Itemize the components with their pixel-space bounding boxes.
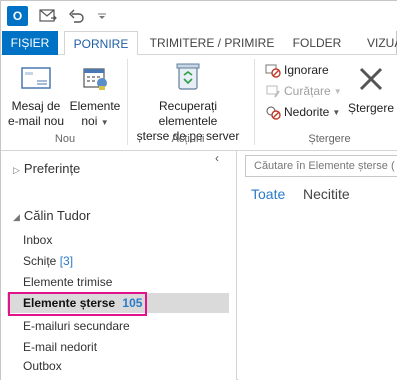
folder-label: Elemente trimise xyxy=(23,275,113,289)
folder-outbox[interactable]: Outbox xyxy=(23,357,62,375)
outlook-window: O FIȘIER PORNIRE TRIMITERE / PRIMIRE FOL… xyxy=(0,0,397,380)
recycle-bin-icon xyxy=(129,61,247,95)
favorites-header[interactable]: ▷ Preferințe xyxy=(13,161,80,176)
new-email-label-2: e-mail nou xyxy=(7,114,65,128)
undo-icon[interactable] xyxy=(67,6,85,26)
ignore-button[interactable]: Ignorare xyxy=(265,61,329,79)
folder-label: E-mailuri secundare xyxy=(23,319,130,333)
group-label-new: Nou xyxy=(54,133,76,145)
send-receive-icon[interactable] xyxy=(39,6,57,26)
folder-count: 105 xyxy=(122,296,143,310)
customize-icon[interactable] xyxy=(96,6,108,26)
collapse-pane-icon[interactable]: ‹ xyxy=(215,151,219,165)
folder-junk[interactable]: E-mail nedorit xyxy=(23,338,97,356)
ignore-label: Ignorare xyxy=(284,63,329,77)
outlook-icon[interactable]: O xyxy=(7,6,28,26)
cleanup-label: Curățare xyxy=(284,84,331,98)
new-email-label-1: Mesaj de xyxy=(11,99,61,113)
delete-label: Ștergere xyxy=(347,101,395,115)
dropdown-caret-icon: ▼ xyxy=(100,118,109,127)
folder-label: Schițe xyxy=(23,254,57,268)
new-items-label-1: Elemente xyxy=(69,99,121,113)
ribbon: Mesaj de e-mail nou Elemente noi ▼ Nou R… xyxy=(1,55,397,151)
account-header[interactable]: ◢ Călin Tudor xyxy=(13,208,90,223)
dropdown-caret-icon: ▼ xyxy=(333,86,342,96)
folder-sent-items[interactable]: Elemente trimise xyxy=(23,273,112,291)
new-items-icon xyxy=(67,65,123,95)
tab-home[interactable]: PORNIRE xyxy=(64,31,138,56)
folder-label: Outbox xyxy=(23,359,62,373)
outlook-logo-letter: O xyxy=(12,9,23,23)
expand-triangle-icon: ▷ xyxy=(13,165,20,175)
new-items-button[interactable]: Elemente noi ▼ xyxy=(67,65,123,130)
new-email-icon xyxy=(7,65,65,95)
dropdown-caret-icon: ▼ xyxy=(332,107,341,117)
new-email-button[interactable]: Mesaj de e-mail nou xyxy=(7,65,65,129)
filter-unread-tab[interactable]: Necitite xyxy=(303,186,350,202)
folder-count: [3] xyxy=(59,254,74,268)
ribbon-separator xyxy=(254,59,255,145)
folder-deleted-items[interactable]: Elemente șterse 105 xyxy=(23,294,142,312)
junk-label: Nedorite xyxy=(284,105,330,119)
filter-all-tab[interactable]: Toate xyxy=(251,186,285,202)
recover-label-1: Recuperați elementele xyxy=(158,99,218,128)
group-label-delete: Ștergere xyxy=(308,133,351,145)
group-label-actions: Acțiuni xyxy=(171,133,205,145)
account-label: Călin Tudor xyxy=(23,208,91,223)
favorites-label: Preferințe xyxy=(23,161,81,176)
folder-label: Elemente șterse xyxy=(23,296,116,310)
recover-deleted-items-button[interactable]: Recuperați elementele șterse de pe serve… xyxy=(129,61,247,144)
tab-file[interactable]: FIȘIER xyxy=(2,31,58,55)
tab-folder[interactable]: FOLDER xyxy=(287,31,347,55)
quick-access-toolbar: O xyxy=(1,1,397,31)
cleanup-button[interactable]: Curățare ▼ xyxy=(265,82,342,100)
cleanup-icon xyxy=(265,83,281,99)
collapse-triangle-icon: ◢ xyxy=(13,212,20,222)
tab-send-receive[interactable]: TRIMITERE / PRIMIRE xyxy=(141,31,283,55)
delete-button[interactable]: Ștergere xyxy=(347,65,395,116)
ignore-icon xyxy=(265,62,281,78)
tab-view[interactable]: VIZUA xyxy=(367,31,397,55)
folder-label: Inbox xyxy=(23,233,53,247)
junk-button[interactable]: Nedorite ▼ xyxy=(265,103,340,121)
folder-label: E-mail nedorit xyxy=(23,340,98,354)
new-items-label-text: noi xyxy=(81,114,98,128)
folder-drafts[interactable]: Schițe [3] xyxy=(23,252,73,270)
delete-x-icon xyxy=(347,65,395,97)
folder-inbox[interactable]: Inbox xyxy=(23,231,52,249)
search-input[interactable]: Căutare în Elemente șterse ( xyxy=(245,155,397,177)
folder-clutter[interactable]: E-mailuri secundare xyxy=(23,317,130,335)
ribbon-tabs: FIȘIER PORNIRE TRIMITERE / PRIMIRE FOLDE… xyxy=(1,31,397,56)
ribbon-separator xyxy=(127,59,128,145)
new-items-label-2: noi ▼ xyxy=(67,114,123,130)
junk-icon xyxy=(265,104,281,120)
